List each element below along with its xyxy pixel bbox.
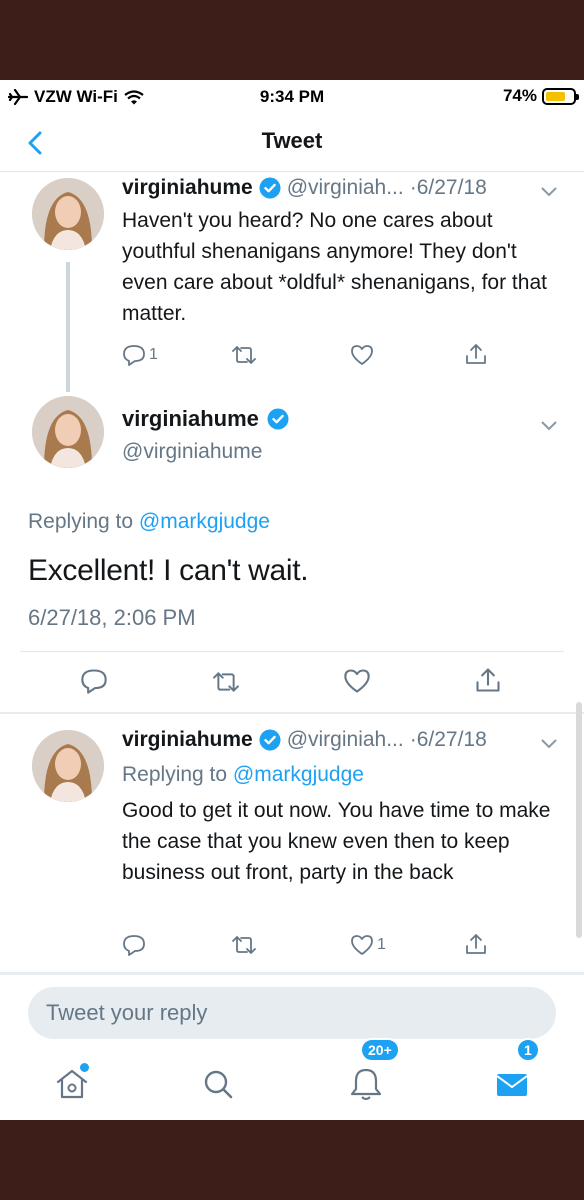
retweet-icon: [232, 936, 256, 954]
tweet-date: ·6/27/18: [409, 176, 487, 199]
heart-icon: [351, 935, 373, 955]
tweet-header: virginiahume @virginiah... ·6/27/18: [122, 176, 487, 200]
phone-screen: VZW Wi-Fi 9:34 PM 74% Tweet virginiahume…: [0, 80, 584, 1120]
replying-to-label: Replying to: [28, 510, 134, 533]
display-name[interactable]: virginiahume: [122, 728, 253, 752]
tweet-reply-input[interactable]: Tweet your reply: [28, 987, 556, 1039]
like-button[interactable]: [343, 668, 371, 694]
main-username: @virginiahume: [122, 440, 263, 463]
battery-percent: 74%: [502, 86, 537, 105]
verified-badge-icon: [267, 408, 289, 430]
page-title: Tweet: [261, 128, 323, 153]
tab-bar: 20+ 1: [0, 1038, 584, 1120]
avatar[interactable]: [32, 396, 104, 468]
profile-photo: [32, 730, 104, 802]
share-icon: [466, 934, 486, 954]
nav-bar: Tweet: [0, 114, 584, 172]
heart-icon: [344, 669, 370, 693]
home-new-dot: [80, 1063, 89, 1072]
thread-connector: [66, 262, 70, 392]
chevron-down-icon[interactable]: [540, 738, 558, 750]
replying-to-link[interactable]: @markgjudge: [233, 763, 364, 786]
reply-icon: [123, 345, 145, 366]
share-button[interactable]: [464, 342, 488, 366]
main-display-name[interactable]: virginiahume: [122, 406, 289, 432]
tweet-text: Haven't you heard? No one cares about yo…: [122, 209, 547, 325]
tweet-header: virginiahume @virginiah... ·6/27/18: [122, 728, 487, 752]
tweet-date: ·6/27/18: [409, 728, 487, 751]
username: @virginiah...: [286, 176, 404, 199]
reply-icon: [81, 669, 107, 694]
verified-badge-icon: [259, 177, 281, 199]
display-name: virginiahume: [122, 406, 259, 431]
replying-to-link[interactable]: @markgjudge: [139, 510, 270, 533]
main-tweet-timestamp: 6/27/18, 2:06 PM: [28, 605, 196, 630]
status-right: 74%: [502, 86, 579, 106]
reply-icon: [123, 935, 145, 956]
retweet-button[interactable]: [230, 934, 258, 956]
display-name[interactable]: virginiahume: [122, 176, 253, 200]
verified-badge-icon: [259, 729, 281, 751]
replying-to: Replying to @markgjudge: [122, 763, 364, 787]
replying-to: Replying to @markgjudge: [28, 510, 270, 534]
scrollbar[interactable]: [576, 702, 582, 938]
retweet-icon: [232, 346, 256, 364]
share-icon: [476, 668, 500, 692]
messages-envelope-icon[interactable]: [492, 1064, 532, 1104]
avatar[interactable]: [32, 178, 104, 250]
like-button[interactable]: 1: [350, 934, 386, 956]
chevron-down-icon[interactable]: [540, 420, 558, 432]
reply-button[interactable]: [80, 668, 108, 694]
username: @virginiah...: [286, 728, 404, 751]
avatar[interactable]: [32, 730, 104, 802]
main-tweet-text: Excellent! I can't wait.: [28, 554, 309, 587]
retweet-button[interactable]: [230, 344, 258, 366]
section-separator: [0, 712, 584, 714]
composer-divider: [0, 972, 584, 975]
tweet-text: Good to get it out now. You have time to…: [122, 799, 551, 884]
profile-photo: [32, 178, 104, 250]
battery-icon: [542, 87, 579, 105]
retweet-icon: [213, 672, 239, 692]
heart-icon: [351, 345, 373, 365]
chevron-down-icon[interactable]: [540, 186, 558, 198]
reply-button[interactable]: [122, 934, 146, 956]
replying-to-label: Replying to: [122, 763, 228, 786]
like-count: 1: [377, 936, 386, 953]
messages-badge: 1: [516, 1038, 540, 1062]
reply-count: 1: [149, 346, 158, 363]
divider: [20, 651, 564, 652]
search-icon[interactable]: [198, 1064, 238, 1104]
share-icon: [466, 344, 486, 364]
retweet-button[interactable]: [210, 670, 242, 694]
status-time: 9:34 PM: [259, 87, 325, 106]
like-button[interactable]: [350, 344, 374, 366]
reply-button[interactable]: 1: [122, 344, 158, 366]
share-button[interactable]: [474, 666, 502, 694]
profile-photo: [32, 396, 104, 468]
notifications-badge: 20+: [360, 1038, 400, 1062]
notifications-bell-icon[interactable]: [346, 1064, 386, 1104]
share-button[interactable]: [464, 932, 488, 956]
status-bar: VZW Wi-Fi 9:34 PM 74%: [0, 80, 584, 112]
